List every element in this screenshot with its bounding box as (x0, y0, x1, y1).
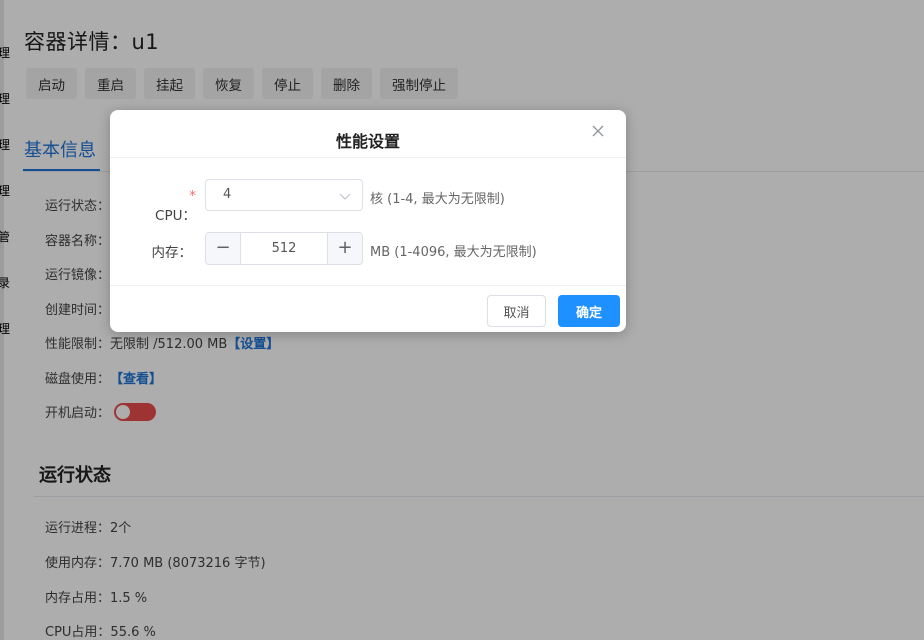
cpu-label-text: CPU： (155, 208, 196, 224)
required-mark: * (189, 188, 196, 204)
close-icon[interactable] (590, 124, 606, 140)
dialog-footer-divider (110, 285, 626, 286)
dialog-header-divider (110, 157, 626, 158)
confirm-button[interactable]: 确定 (558, 295, 620, 327)
memory-hint: MB (1-4096, 最大为无限制) (370, 245, 537, 260)
chevron-down-icon (338, 188, 352, 202)
memory-decrease-button[interactable]: − (206, 233, 241, 264)
dialog-title: 性能设置 (335, 132, 400, 151)
cpu-label: * CPU： (146, 188, 196, 224)
cpu-select[interactable]: 4 (205, 179, 363, 211)
cpu-hint: 核 (1-4, 最大为无限制) (370, 192, 505, 207)
memory-stepper: − 512 + (205, 232, 363, 265)
memory-increase-button[interactable]: + (327, 233, 362, 264)
memory-label: 内存： (151, 245, 193, 261)
cancel-button[interactable]: 取消 (487, 295, 546, 327)
performance-settings-dialog: 性能设置 * CPU： 4 核 (1-4, 最大为无限制) 内存： − 512 … (110, 110, 626, 332)
memory-input[interactable]: 512 (241, 233, 327, 264)
cpu-select-value: 4 (223, 187, 232, 202)
